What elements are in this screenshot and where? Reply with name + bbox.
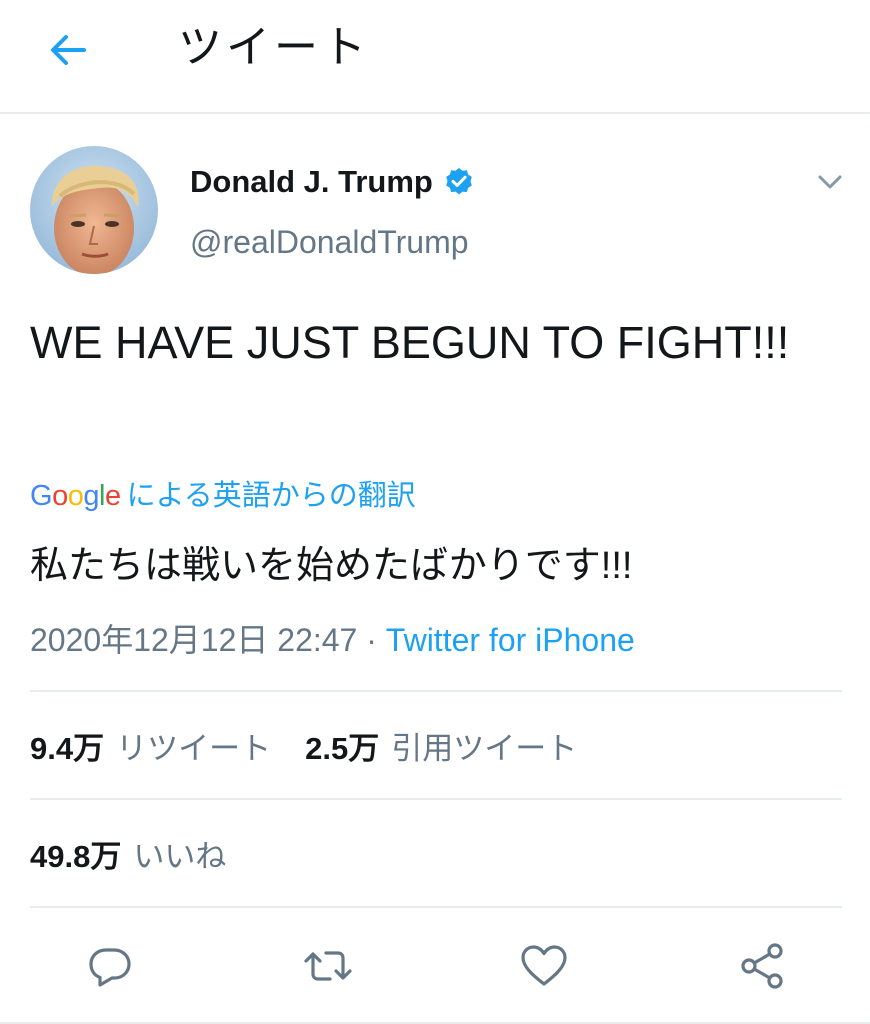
- verified-badge-icon: [446, 168, 472, 195]
- tweet-source[interactable]: Twitter for iPhone: [386, 622, 635, 658]
- share-icon: [741, 943, 783, 989]
- retweets-count: 9.4万: [30, 730, 105, 766]
- quotes-stat[interactable]: 2.5万 引用ツイート: [305, 723, 577, 768]
- retweets-label: リツイート: [116, 730, 272, 766]
- arrow-left-icon: [51, 35, 86, 65]
- quotes-count: 2.5万: [305, 730, 380, 766]
- stats-row-retweets: 9.4万 リツイート 2.5万 引用ツイート: [30, 720, 611, 770]
- likes-count: 49.8万: [30, 838, 122, 874]
- stats-row-likes: 49.8万 いいね: [30, 828, 260, 878]
- avatar[interactable]: [30, 146, 158, 274]
- action-bar: [0, 928, 870, 1004]
- retweets-stat[interactable]: 9.4万 リツイート: [30, 723, 271, 768]
- quotes-label: 引用ツイート: [391, 730, 578, 766]
- likes-stat[interactable]: 49.8万 いいね: [30, 831, 226, 876]
- meta-separator: ·: [357, 622, 386, 658]
- retweet-icon: [304, 951, 352, 981]
- back-button[interactable]: [40, 22, 96, 78]
- share-button[interactable]: [734, 938, 790, 994]
- divider: [30, 798, 842, 800]
- reply-button[interactable]: [82, 938, 138, 994]
- author-handle[interactable]: @realDonaldTrump: [190, 220, 469, 264]
- chevron-down-icon: [818, 175, 842, 189]
- tweet-meta: 2020年12月12日 22:47 · Twitter for iPhone: [30, 618, 635, 662]
- author-name-row[interactable]: Donald J. Trump: [190, 160, 475, 204]
- translated-text: 私たちは戦いを始めたばかりです!!!: [30, 545, 633, 587]
- divider: [30, 690, 842, 692]
- app-header: ツイート: [0, 0, 870, 114]
- page-title: ツイート: [178, 23, 370, 72]
- translation-label: による英語からの翻訳: [126, 480, 416, 512]
- likes-label: いいね: [133, 838, 227, 874]
- tweet-menu-button[interactable]: [812, 164, 848, 200]
- heart-icon: [521, 945, 567, 986]
- like-button[interactable]: [516, 938, 572, 994]
- tweet-text: WE HAVE JUST BEGUN TO FIGHT!!!: [30, 317, 790, 368]
- reply-icon: [89, 948, 131, 987]
- display-name: Donald J. Trump: [190, 164, 433, 199]
- retweet-button[interactable]: [300, 938, 356, 994]
- profile-photo: [30, 146, 158, 274]
- google-logo: Google: [30, 480, 121, 512]
- timestamp[interactable]: 2020年12月12日 22:47: [30, 622, 357, 658]
- translation-attribution[interactable]: Google による英語からの翻訳: [30, 476, 416, 516]
- divider: [30, 906, 842, 908]
